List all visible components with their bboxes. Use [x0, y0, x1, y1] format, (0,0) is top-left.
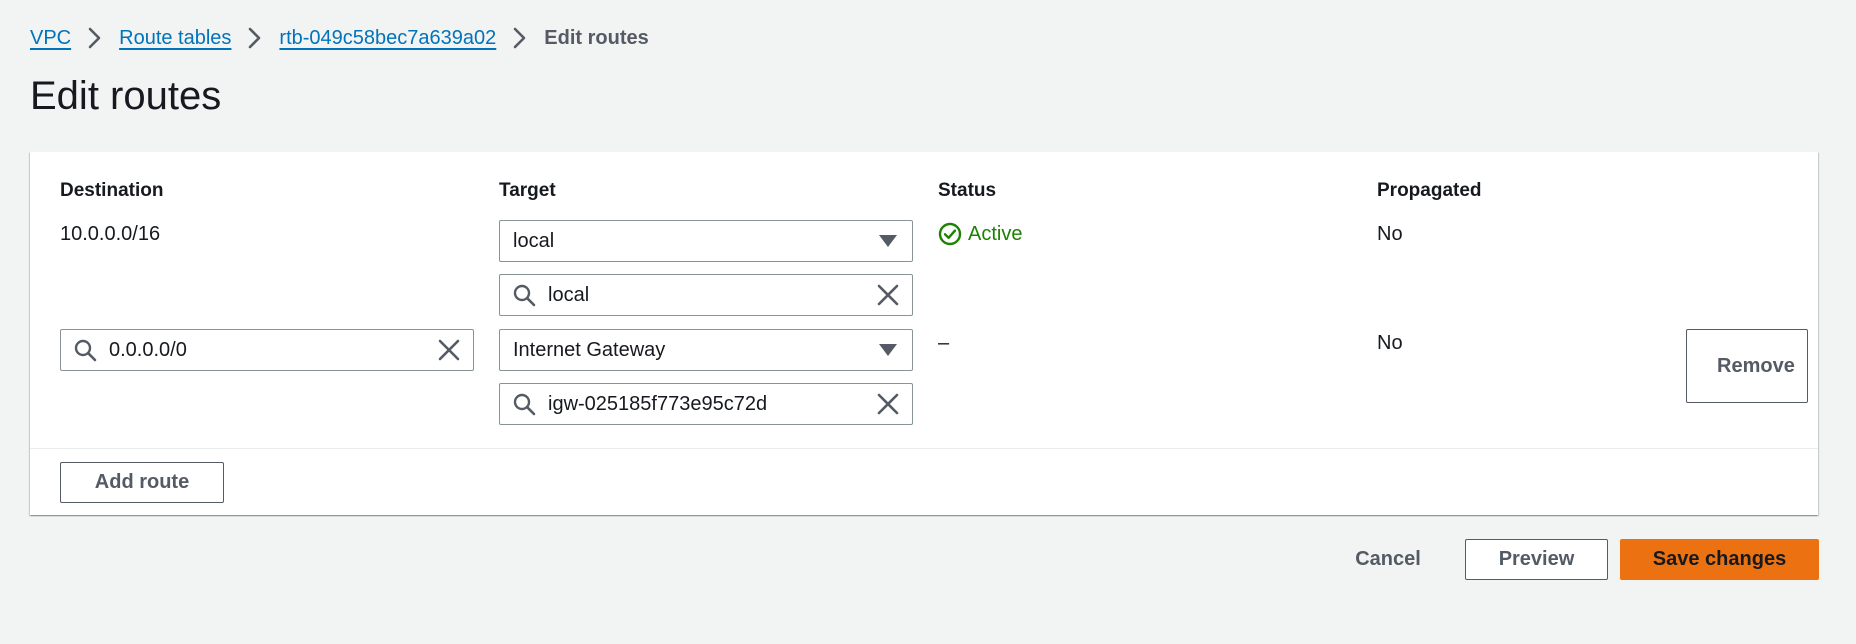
save-changes-button[interactable]: Save changes [1620, 539, 1819, 580]
add-route-button[interactable]: Add route [60, 462, 224, 503]
destination-column-header: Destination [60, 180, 164, 201]
breadcrumb-route-tables-link[interactable]: Route tables [119, 27, 231, 50]
caret-down-icon [879, 235, 897, 247]
search-icon [513, 284, 536, 307]
chevron-right-icon [231, 24, 279, 52]
route-2-destination-input[interactable]: 0.0.0.0/0 [60, 329, 474, 371]
close-icon[interactable] [876, 392, 900, 416]
check-circle-icon [938, 222, 962, 246]
route-1-status-text: Active [968, 222, 1023, 245]
route-1-target-type-select[interactable]: local [499, 220, 913, 262]
route-1-target-search-value: local [548, 283, 590, 306]
breadcrumb-vpc-link[interactable]: VPC [30, 27, 71, 50]
breadcrumb-current: Edit routes [544, 26, 649, 49]
breadcrumb-route-table-id-link[interactable]: rtb-049c58bec7a639a02 [279, 27, 496, 50]
route-2-target-search-value: igw-025185f773e95c72d [548, 392, 768, 415]
status-column-header: Status [938, 180, 997, 201]
route-1-status: Active [938, 222, 1022, 246]
edit-routes-page: VPC Route tables rtb-049c58bec7a639a02 E… [0, 0, 1856, 644]
route-2-target-type-value: Internet Gateway [513, 338, 666, 361]
route-1-propagated: No [1377, 223, 1403, 245]
search-icon [74, 339, 97, 362]
route-1-target-type-value: local [513, 229, 555, 252]
route-2-remove-button[interactable]: Remove [1686, 329, 1808, 403]
breadcrumb: VPC Route tables rtb-049c58bec7a639a02 E… [30, 24, 649, 52]
card-divider [30, 448, 1818, 449]
close-icon[interactable] [437, 338, 461, 362]
route-1-target-search-input[interactable]: local [499, 274, 913, 316]
caret-down-icon [879, 344, 897, 356]
route-2-status: – [938, 332, 950, 354]
route-2-target-type-select[interactable]: Internet Gateway [499, 329, 913, 371]
preview-button[interactable]: Preview [1465, 539, 1608, 580]
route-1-destination: 10.0.0.0/16 [60, 223, 161, 245]
route-2-destination-value: 0.0.0.0/0 [109, 338, 187, 361]
route-2-target-search-input[interactable]: igw-025185f773e95c72d [499, 383, 913, 425]
chevron-right-icon [71, 24, 119, 52]
page-title: Edit routes [30, 74, 222, 118]
cancel-button[interactable]: Cancel [1348, 539, 1428, 579]
chevron-right-icon [496, 24, 544, 52]
search-icon [513, 393, 536, 416]
close-icon[interactable] [876, 283, 900, 307]
routes-card: Destination Target Status Propagated 10.… [30, 152, 1818, 515]
propagated-column-header: Propagated [1377, 180, 1482, 201]
target-column-header: Target [499, 180, 556, 201]
route-2-propagated: No [1377, 332, 1403, 354]
